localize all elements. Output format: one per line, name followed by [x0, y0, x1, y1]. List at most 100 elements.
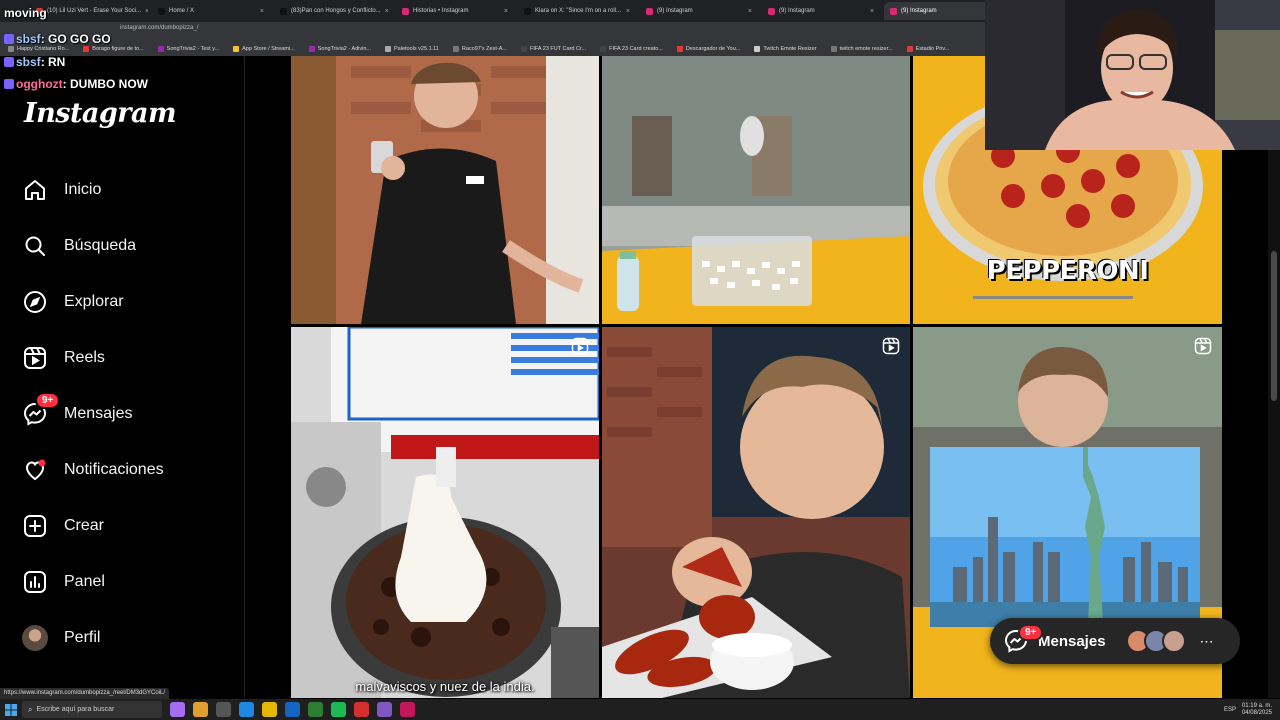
taskbar-apps: [170, 702, 415, 717]
chat-line: ogghozt: DUMBO NOW: [4, 77, 148, 91]
task-view-icon[interactable]: [216, 702, 231, 717]
app-icon[interactable]: [400, 702, 415, 717]
close-tab-icon[interactable]: ×: [748, 8, 752, 15]
sidebar-item-notifications[interactable]: Notificaciones: [22, 452, 164, 488]
close-tab-icon[interactable]: ×: [145, 8, 148, 15]
spotify-icon[interactable]: [331, 702, 346, 717]
page-scrollbar[interactable]: [1268, 56, 1280, 698]
reels-icon: [22, 345, 48, 371]
video-subtitle: malvaviscos y nuez de la india.: [355, 679, 535, 694]
compass-icon: [22, 289, 48, 315]
bookmark-favicon-icon: [906, 46, 913, 52]
bookmark-favicon-icon: [308, 46, 315, 52]
sidebar-item-label: Perfil: [64, 629, 101, 646]
windows-taskbar: ⌕ Escribe aquí para buscar ESP 01:19 a. …: [0, 699, 1280, 720]
chrome-icon[interactable]: [308, 702, 323, 717]
instagram-logo[interactable]: Instagram: [24, 98, 177, 129]
bookmark-item[interactable]: Raco97's Zest-A...: [452, 43, 507, 55]
sidebar-item-search[interactable]: Búsqueda: [22, 228, 136, 264]
discord-icon[interactable]: [377, 702, 392, 717]
folder-icon[interactable]: [262, 702, 277, 717]
bookmark-favicon-icon: [83, 46, 90, 52]
close-tab-icon[interactable]: ×: [504, 8, 508, 15]
tab-favicon-icon: [646, 7, 653, 15]
browser-tab[interactable]: Klara on X: "Since I'm on a roll... ×: [518, 2, 636, 20]
post-tile[interactable]: [602, 56, 910, 324]
sidebar-item-dashboard[interactable]: Panel: [22, 564, 105, 600]
messenger-icon: 9+: [22, 392, 61, 427]
browser-tab[interactable]: (9) Instagram ×: [762, 2, 880, 20]
bookmark-label: Twitch Emote Resizer: [763, 46, 817, 52]
clock[interactable]: 01:19 a. m. 04/08/2025: [1242, 703, 1272, 717]
tab-title: (9) Instagram: [657, 8, 693, 14]
sidebar-item-home[interactable]: Inicio: [22, 172, 101, 208]
post-thumbnail-man-phone: [291, 56, 599, 324]
bookmark-item[interactable]: App Store / Streami...: [233, 43, 295, 55]
app-icon[interactable]: [170, 702, 185, 717]
sidebar-item-reels[interactable]: Reels: [22, 340, 105, 376]
bookmark-list: Happy Cristiano Ro... Borago figure de to…: [8, 43, 949, 55]
bookmark-item[interactable]: SongTrivia2 - Test y...: [157, 43, 219, 55]
close-tab-icon[interactable]: ×: [626, 8, 630, 15]
obs-icon[interactable]: [354, 702, 369, 717]
close-tab-icon[interactable]: ×: [870, 8, 874, 15]
app-icon[interactable]: [193, 702, 208, 717]
chat-message: : RN: [40, 55, 66, 69]
language-indicator[interactable]: ESP: [1224, 707, 1236, 713]
post-tile[interactable]: [602, 327, 910, 698]
reel-icon: [882, 337, 900, 355]
bookmark-label: SongTrivia2 - Adivin...: [317, 46, 372, 52]
sidebar-item-explore[interactable]: Explorar: [22, 284, 124, 320]
mail-icon[interactable]: [285, 702, 300, 717]
browser-tab[interactable]: (83)Pan con Hongos y Conflicto... ×: [274, 2, 392, 20]
tab-favicon-icon: [768, 7, 775, 15]
messages-badge: 9+: [35, 392, 61, 409]
close-tab-icon[interactable]: ×: [385, 8, 389, 15]
bookmark-item[interactable]: FIFA 23 Card creato...: [600, 43, 663, 55]
sidebar-item-create[interactable]: Crear: [22, 508, 104, 544]
sidebar-item-profile[interactable]: Perfil: [22, 620, 100, 656]
reel-icon: [1194, 337, 1212, 355]
bookmark-item[interactable]: twitch emote resizer...: [830, 43, 893, 55]
browser-tab[interactable]: (9) Instagram ×: [640, 2, 758, 20]
bookmark-favicon-icon: [385, 46, 392, 52]
bookmark-label: Raco97's Zest-A...: [461, 46, 507, 52]
bookmark-item[interactable]: Twitch Emote Resizer: [754, 43, 817, 55]
post-tile[interactable]: malvaviscos y nuez de la india.: [291, 327, 599, 698]
chat-line: sbsf: RN: [4, 55, 65, 69]
contact-avatar: [1161, 629, 1186, 653]
bookmark-item[interactable]: Descargador de You...: [676, 43, 740, 55]
chat-badge-icon: [4, 34, 14, 44]
bookmark-item[interactable]: Paletools v25.1.11: [385, 43, 439, 55]
messages-pill-label: Mensajes: [1038, 632, 1106, 650]
post-tile[interactable]: [291, 56, 599, 324]
search-icon: ⌕: [28, 704, 33, 714]
bookmark-item[interactable]: Estadio Priv...: [906, 43, 949, 55]
browser-tab[interactable]: (10) Lil Uzi Vert - Erase Your Soci... ×: [30, 2, 148, 20]
address-bar-url[interactable]: instagram.com/dumbopizza_/: [120, 25, 198, 37]
reel-icon: [571, 337, 589, 355]
create-icon: [22, 513, 48, 539]
tab-title: (9) Instagram: [901, 8, 937, 14]
tab-favicon-icon: [158, 7, 165, 15]
browser-tab[interactable]: Home / X ×: [152, 2, 270, 20]
profile-post-grid: PEPPERONI malvaviscos y nuez de la india: [291, 56, 1222, 698]
edge-icon[interactable]: [239, 702, 254, 717]
close-tab-icon[interactable]: ×: [260, 8, 264, 15]
chat-top-text: moving: [4, 6, 47, 20]
sidebar-item-label: Mensajes: [64, 405, 133, 422]
bookmark-item[interactable]: SongTrivia2 - Adivin...: [308, 43, 372, 55]
scrollbar-thumb[interactable]: [1271, 251, 1277, 401]
bookmark-favicon-icon: [830, 46, 837, 52]
bookmark-item[interactable]: FIFA 23 FUT Card Cr...: [520, 43, 586, 55]
tab-title: Historias • Instagram: [413, 8, 469, 14]
sidebar-item-label: Reels: [64, 349, 105, 366]
browser-tab[interactable]: Historias • Instagram ×: [396, 2, 514, 20]
bookmark-favicon-icon: [600, 46, 607, 52]
bookmark-favicon-icon: [452, 46, 459, 52]
messages-floating-button[interactable]: 9+ Mensajes ⋯: [990, 618, 1240, 664]
tab-favicon-icon: [280, 7, 287, 15]
sidebar-item-messages[interactable]: 9+ Mensajes: [22, 392, 133, 432]
taskbar-search[interactable]: ⌕ Escribe aquí para buscar: [22, 701, 162, 718]
start-button[interactable]: [0, 699, 22, 720]
